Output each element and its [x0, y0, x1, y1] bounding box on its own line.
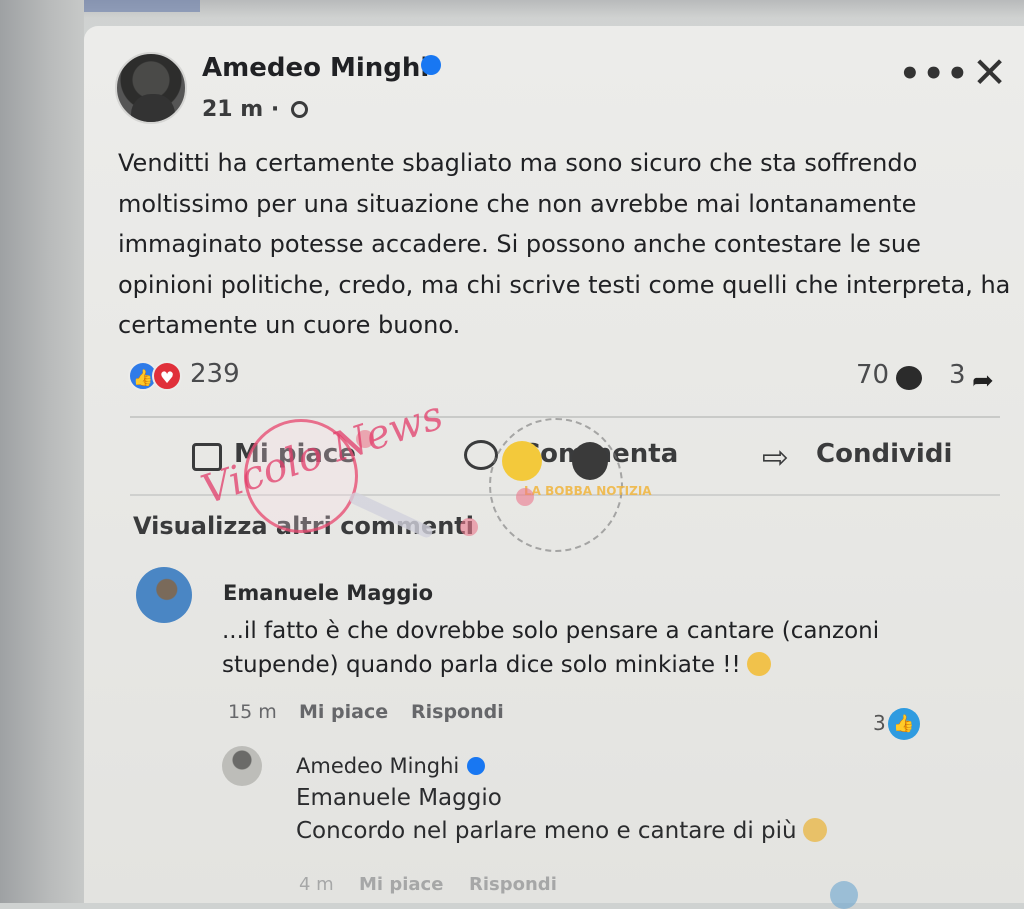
comment-bubble-icon — [896, 366, 922, 390]
reply-like-button[interactable]: Mi piace — [359, 874, 443, 895]
share-arrow-icon: ➦ — [972, 366, 994, 396]
author-avatar[interactable] — [115, 52, 187, 124]
watermark-tagline: LA BOBBA NOTIZIA — [524, 484, 652, 498]
shares-count[interactable]: 3 — [949, 360, 966, 390]
commenter-avatar[interactable] — [136, 567, 192, 623]
comments-count[interactable]: 70 — [856, 360, 889, 390]
screen-top-strip — [0, 0, 1024, 18]
screen-bezel — [0, 0, 84, 903]
close-button[interactable]: ✕ — [972, 48, 1007, 97]
facebook-post-card: Amedeo Minghi 21 m · ••• ✕ Venditti ha c… — [84, 26, 1024, 909]
share-icon: ⇨ — [762, 438, 789, 476]
comment-reply-button[interactable]: Rispondi — [411, 701, 504, 723]
comment-like-button[interactable]: Mi piace — [299, 701, 388, 723]
love-reaction-icon: ♥ — [152, 361, 182, 391]
reply-body: Concordo nel parlare meno e cantare di p… — [296, 818, 797, 844]
comment-text: ...il fatto è che dovrebbe solo pensare … — [222, 614, 942, 682]
comment-body: ...il fatto è che dovrebbe solo pensare … — [222, 618, 880, 678]
share-button[interactable]: Condividi — [816, 439, 952, 469]
comment-likes-count: 3 — [873, 711, 886, 735]
comment-author[interactable]: Emanuele Maggio — [223, 581, 433, 605]
reply-text: Concordo nel parlare meno e cantare di p… — [296, 818, 827, 844]
comment-timestamp[interactable]: 15 m — [228, 701, 277, 723]
comment-like-icon: 👍 — [888, 708, 920, 740]
reply-mention[interactable]: Emanuele Maggio — [296, 785, 502, 811]
reply-author[interactable]: Amedeo Minghi — [296, 754, 459, 778]
smiling-emoji-icon — [802, 818, 827, 842]
post-body-text: Venditti ha certamente sbagliato ma sono… — [118, 149, 1011, 339]
reply-reply-button[interactable]: Rispondi — [469, 874, 557, 895]
reply-timestamp[interactable]: 4 m — [299, 874, 334, 895]
public-globe-icon — [290, 101, 308, 118]
flower-icon — [516, 488, 534, 506]
meta-separator: · — [270, 97, 280, 122]
post-author-name[interactable]: Amedeo Minghi — [202, 53, 429, 83]
post-meta: 21 m · — [202, 97, 308, 122]
verified-badge-icon — [467, 757, 485, 775]
verified-badge-icon — [421, 55, 441, 75]
post-timestamp[interactable]: 21 m — [202, 97, 263, 122]
reply-author-avatar[interactable] — [222, 746, 262, 786]
watermark-cartoon-icon — [502, 441, 542, 481]
flower-icon — [460, 518, 478, 536]
reply-like-icon — [830, 881, 858, 909]
watermark-cartoon-icon — [572, 442, 608, 480]
reactions-count: 239 — [190, 359, 240, 389]
grinning-emoji-icon — [746, 652, 771, 676]
more-options-button[interactable]: ••• — [899, 54, 970, 94]
